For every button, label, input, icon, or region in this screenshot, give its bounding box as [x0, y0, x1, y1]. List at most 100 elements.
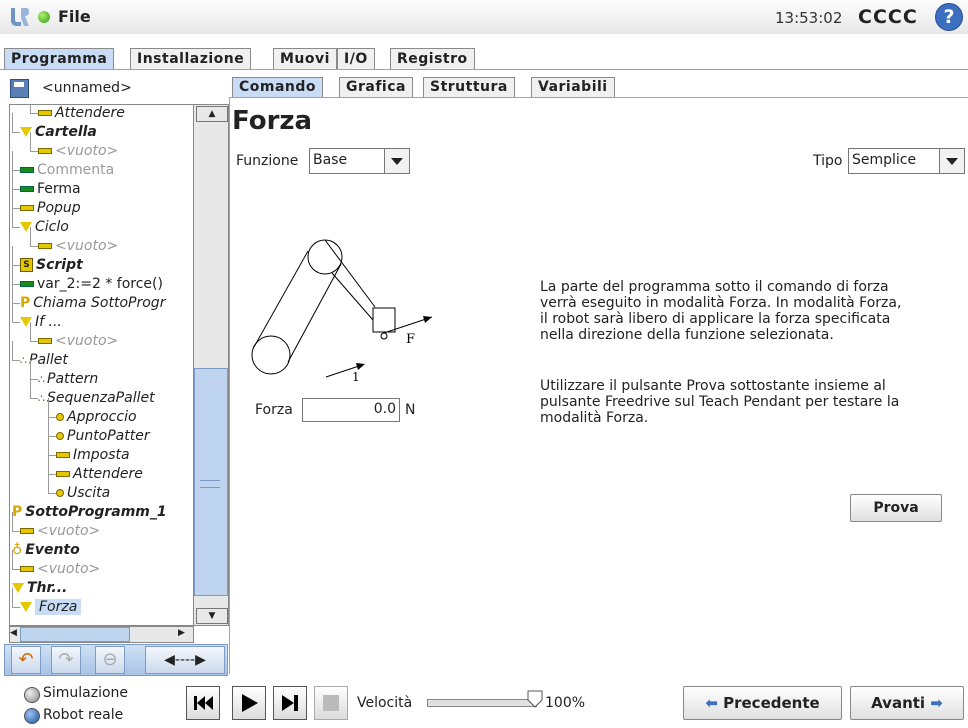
tree-connector	[48, 455, 56, 475]
speed-label: Velocità	[357, 695, 413, 711]
scroll-right-icon[interactable]: ▶	[178, 628, 185, 638]
chevron-down-icon	[939, 149, 964, 173]
forza-input[interactable]: 0.0	[302, 398, 400, 422]
play-icon[interactable]	[232, 686, 266, 720]
tree-item[interactable]: Attendere	[30, 105, 125, 123]
waypoint-icon	[56, 489, 64, 497]
tree-item-label: SequenzaPallet	[47, 390, 155, 406]
tree-item[interactable]: ♁ Evento	[12, 541, 80, 560]
tree-item[interactable]: Thr...	[12, 579, 67, 598]
tab-registro[interactable]: Registro	[390, 48, 475, 70]
tree-item[interactable]: <vuoto>	[30, 132, 119, 161]
tree-item[interactable]: <vuoto>	[12, 512, 100, 541]
command-icon	[20, 566, 34, 572]
tree-item[interactable]: <vuoto>	[12, 550, 100, 579]
funzione-label: Funzione	[236, 153, 299, 169]
force-diagram-illustration: F 1	[251, 239, 433, 384]
tree-item[interactable]: PuntoPatter	[48, 417, 150, 446]
tree-item[interactable]: Popup	[12, 189, 81, 218]
skip-back-icon[interactable]	[186, 686, 220, 720]
tree-item[interactable]: If ...	[12, 303, 62, 332]
tree-item[interactable]: Ciclo	[12, 208, 69, 237]
tree-item[interactable]: Approccio	[48, 398, 137, 427]
command-icon	[20, 281, 34, 287]
tree-item[interactable]: Attendere	[48, 455, 143, 484]
funzione-select[interactable]: Base	[309, 148, 410, 174]
tree-item[interactable]: <vuoto>	[30, 322, 118, 351]
tree-item[interactable]: P SottoProgramm_1	[12, 503, 167, 522]
drag-handle-icon[interactable]: ◀----▶	[145, 646, 225, 674]
save-icon[interactable]	[10, 79, 29, 98]
tree-connector	[12, 265, 20, 285]
arrow-right-icon: ➡	[925, 694, 943, 712]
tree-item-label: Forza	[35, 599, 82, 615]
scroll-up-icon[interactable]: ▲	[196, 106, 228, 122]
command-icon	[38, 243, 52, 249]
prova-button[interactable]: Prova	[850, 494, 942, 522]
speed-slider-handle[interactable]	[527, 690, 543, 708]
file-menu[interactable]: File	[58, 7, 91, 26]
tree-connector	[48, 398, 56, 418]
tab-muovi[interactable]: Muovi	[273, 48, 337, 70]
real-robot-label: Robot reale	[43, 707, 124, 723]
tipo-select[interactable]: Semplice	[848, 148, 965, 174]
pallet-icon: ∴	[20, 354, 27, 367]
suppress-icon[interactable]: ⊖	[95, 646, 125, 674]
previous-button[interactable]: ⬅ Precedente	[683, 686, 842, 720]
scroll-left-icon[interactable]: ◀	[10, 628, 17, 638]
tab-struttura[interactable]: Struttura	[423, 77, 515, 97]
pallet-icon: ∴	[38, 373, 45, 386]
tree-item-label: Thr...	[27, 580, 68, 596]
grip-icon	[200, 480, 220, 488]
tree-connector	[12, 208, 20, 228]
help-icon[interactable]: ?	[935, 3, 963, 31]
stop-icon[interactable]	[314, 686, 348, 720]
tree-item-label: <vuoto>	[55, 238, 119, 254]
next-button[interactable]: Avanti ➡	[850, 686, 964, 720]
tree-connector	[12, 550, 20, 570]
waypoint-icon	[56, 432, 64, 440]
program-tree[interactable]: Attendere Cartella <vuoto> Commenta Ferma Pop…	[9, 104, 194, 626]
tree-item[interactable]: <vuoto>	[30, 227, 119, 256]
tree-hscroll-thumb[interactable]	[20, 627, 130, 642]
tree-connector	[12, 113, 20, 133]
step-icon[interactable]	[273, 686, 307, 720]
command-icon	[20, 167, 34, 173]
subprogram-icon: P	[20, 295, 31, 311]
tree-item-label: <vuoto>	[55, 143, 119, 159]
tree-item-label: Pattern	[47, 371, 99, 387]
simulation-radio[interactable]	[24, 687, 40, 703]
redo-icon[interactable]: ↷	[51, 646, 81, 674]
tree-item[interactable]: Uscita	[48, 474, 110, 503]
tab-io[interactable]: I/O	[337, 48, 375, 70]
tree-connector	[12, 246, 20, 266]
tab-installazione[interactable]: Installazione	[130, 48, 252, 70]
real-robot-radio[interactable]	[24, 708, 40, 724]
tree-item[interactable]: ∴ Pallet	[12, 341, 68, 370]
command-icon	[56, 452, 70, 458]
tree-item-label: If ...	[35, 314, 62, 330]
undo-icon[interactable]: ↶	[11, 646, 41, 674]
tree-item[interactable]: ∴ Pattern	[30, 360, 99, 389]
tree-connector	[30, 227, 38, 247]
tree-item-label: var_2:=2 * force()	[37, 276, 163, 292]
tree-item[interactable]: Imposta	[48, 436, 130, 465]
tree-item[interactable]: Commenta	[12, 151, 114, 180]
tab-variabili[interactable]: Variabili	[531, 77, 615, 97]
tree-item[interactable]: P Chiama SottoProgr	[12, 284, 165, 313]
tree-item-label: SottoProgramm_1	[25, 504, 167, 520]
command-icon	[20, 205, 34, 211]
scroll-down-icon[interactable]: ▼	[196, 608, 228, 624]
tab-programma[interactable]: Programma	[4, 48, 115, 70]
tree-item[interactable]: var_2:=2 * force()	[12, 265, 163, 294]
tab-grafica[interactable]: Grafica	[339, 77, 413, 97]
speed-slider-track[interactable]	[427, 699, 537, 707]
simulation-label: Simulazione	[43, 685, 129, 701]
previous-button-label: Precedente	[723, 694, 820, 712]
forza-unit: N	[405, 402, 416, 418]
tree-item[interactable]: Ferma	[12, 170, 81, 199]
tree-item[interactable]: Forza	[12, 588, 82, 617]
tab-comando[interactable]: Comando	[232, 77, 324, 97]
arrow-left-icon: ⬅	[705, 694, 724, 712]
tree-item[interactable]: S Script	[12, 246, 83, 275]
